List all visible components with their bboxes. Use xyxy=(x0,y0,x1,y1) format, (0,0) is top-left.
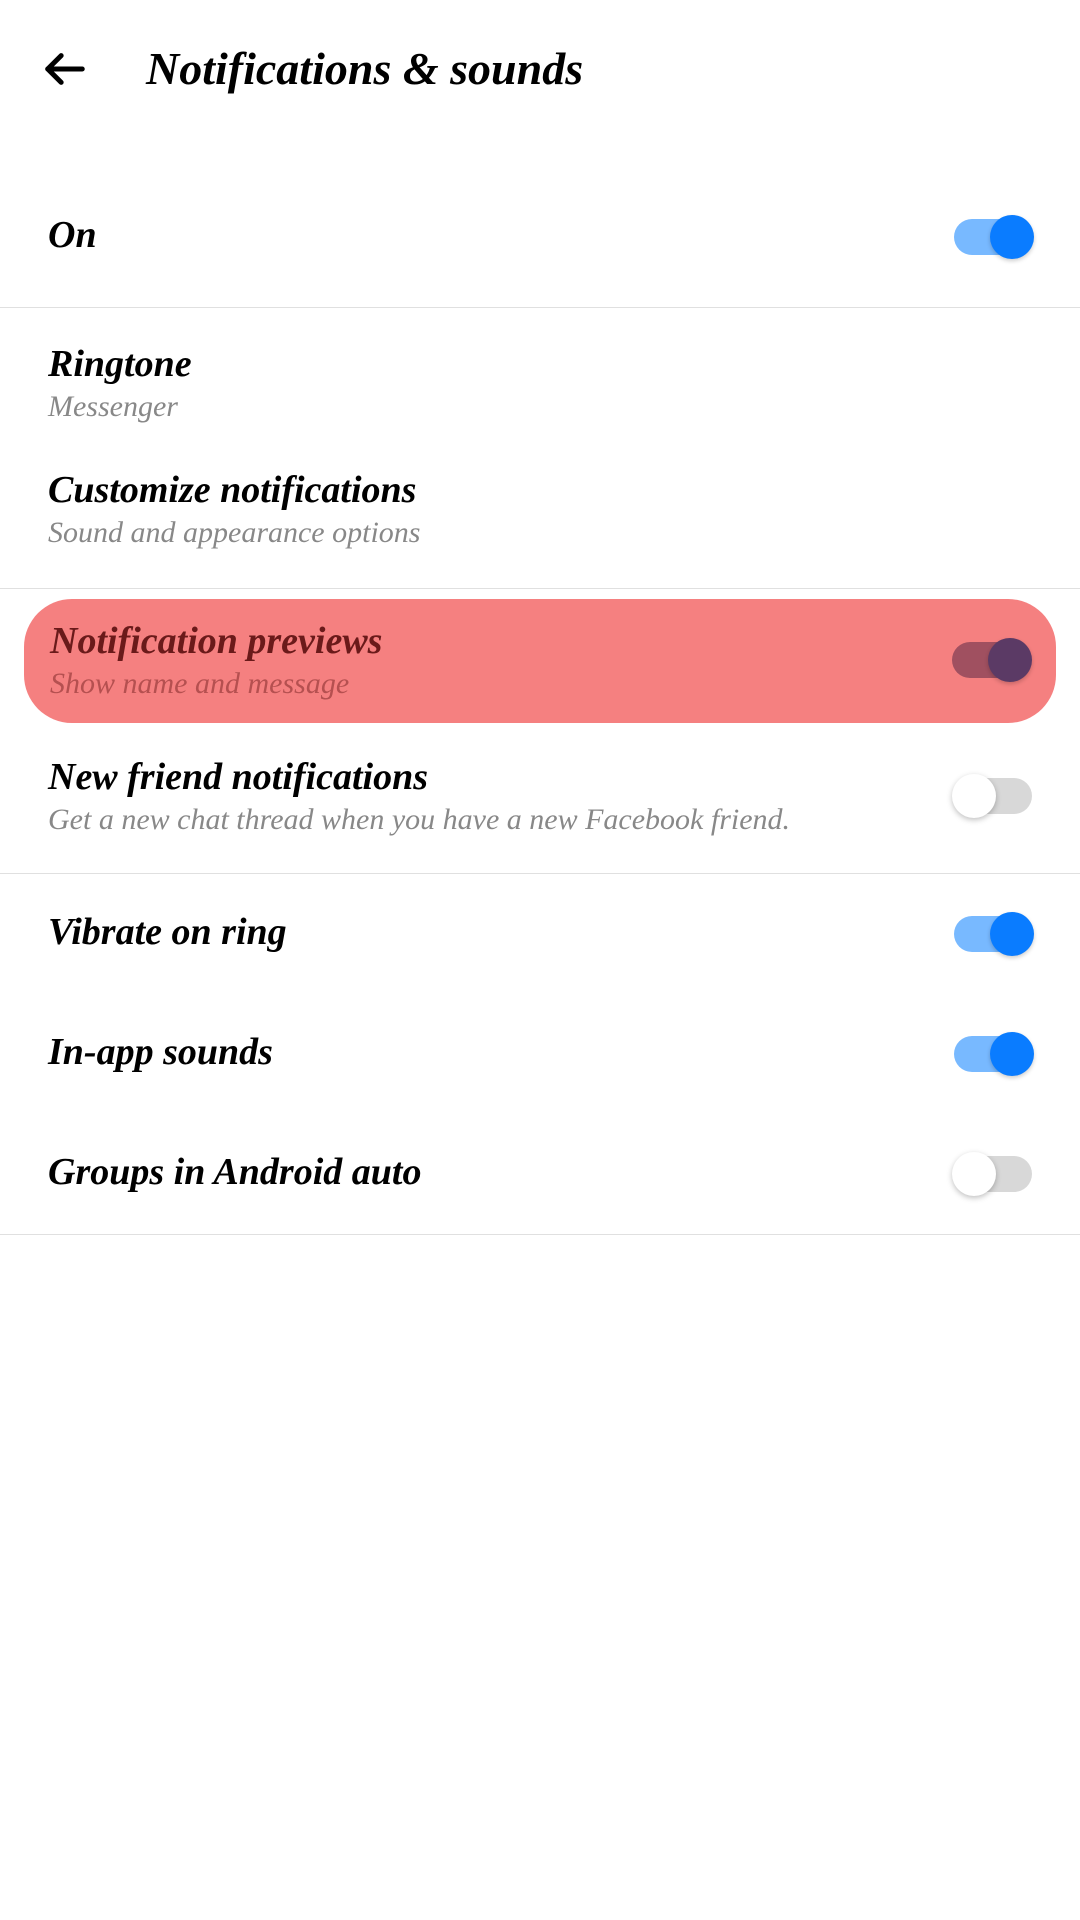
toggle-groups-android-auto[interactable] xyxy=(954,1156,1032,1192)
row-title: Customize notifications xyxy=(48,468,1032,512)
toggle-notification-previews[interactable] xyxy=(952,642,1030,678)
row-subtitle: Sound and appearance options xyxy=(48,516,1032,550)
row-title: On xyxy=(48,213,954,257)
section-ringtone: Ringtone Messenger Customize notificatio… xyxy=(0,308,1080,589)
row-title: New friend notifications xyxy=(48,755,954,799)
toggle-vibrate-on-ring[interactable] xyxy=(954,916,1032,952)
row-new-friend-notifications[interactable]: New friend notifications Get a new chat … xyxy=(0,733,1080,873)
row-title: In-app sounds xyxy=(48,1030,954,1074)
row-vibrate-on-ring[interactable]: Vibrate on ring xyxy=(0,874,1080,994)
toggle-new-friend-notifications[interactable] xyxy=(954,778,1032,814)
row-title: Notification previews xyxy=(50,619,952,663)
row-subtitle: Get a new chat thread when you have a ne… xyxy=(48,803,954,837)
row-subtitle: Messenger xyxy=(48,390,1032,424)
row-title: Ringtone xyxy=(48,342,1032,386)
page-title: Notifications & sounds xyxy=(146,42,583,95)
row-notifications-on[interactable]: On xyxy=(0,165,1080,307)
row-notification-previews[interactable]: Notification previews Show name and mess… xyxy=(24,599,1056,723)
section-master: On xyxy=(0,165,1080,308)
toggle-in-app-sounds[interactable] xyxy=(954,1036,1032,1072)
row-groups-android-auto[interactable]: Groups in Android auto xyxy=(0,1114,1080,1234)
toggle-notifications-on[interactable] xyxy=(954,219,1032,255)
row-title: Vibrate on ring xyxy=(48,910,954,954)
section-previews: Notification previews Show name and mess… xyxy=(0,599,1080,874)
row-in-app-sounds[interactable]: In-app sounds xyxy=(0,994,1080,1114)
row-subtitle: Show name and message xyxy=(50,667,952,701)
row-title: Groups in Android auto xyxy=(48,1150,954,1194)
header: Notifications & sounds xyxy=(0,0,1080,125)
section-sounds: Vibrate on ring In-app sounds Groups in … xyxy=(0,874,1080,1235)
row-customize-notifications[interactable]: Customize notifications Sound and appear… xyxy=(0,446,1080,588)
back-icon[interactable] xyxy=(40,44,90,94)
row-ringtone[interactable]: Ringtone Messenger xyxy=(0,308,1080,446)
